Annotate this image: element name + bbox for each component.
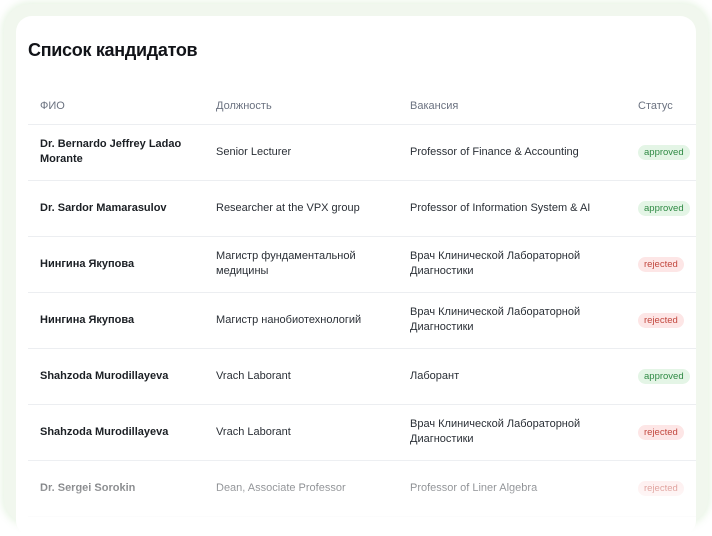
status-badge: approved xyxy=(638,144,690,160)
candidates-card: Список кандидатов ФИО Должность Вакансия… xyxy=(16,16,696,536)
table-row[interactable]: Нингина Якупова Магистр нанобиотехнологи… xyxy=(28,292,696,349)
candidate-vacancy: Professor of Liner Algebra xyxy=(410,481,538,494)
table-row[interactable]: Dr. Bernardo Jeffrey Ladao Morante Senio… xyxy=(28,124,696,181)
column-header-position[interactable]: Должность xyxy=(216,100,272,112)
candidate-position: Магистр нанобиотехнологий xyxy=(216,313,362,326)
status-badge: approved xyxy=(638,368,690,384)
table-row[interactable]: Shahzoda Murodillayeva Vrach Laborant Ла… xyxy=(28,348,696,405)
table-row[interactable]: Нингина Якупова Магистр фундаментальной … xyxy=(28,236,696,293)
screen: Список кандидатов ФИО Должность Вакансия… xyxy=(0,0,712,536)
table-row[interactable]: Dr. Sardor Mamarasulov Researcher at the… xyxy=(28,180,696,237)
candidate-vacancy: Professor of Information System & AI xyxy=(410,201,591,214)
status-badge: rejected xyxy=(638,424,684,440)
status-cell: approved xyxy=(638,348,696,404)
candidate-position: Магистр фундаментальной медицины xyxy=(216,250,356,277)
status-badge: rejected xyxy=(638,312,684,328)
candidate-vacancy: Лаборант xyxy=(410,369,460,382)
candidate-vacancy: Professor of Finance & Accounting xyxy=(410,145,579,158)
candidate-name: Нингина Якупова xyxy=(40,313,135,326)
candidate-name: Shahzoda Murodillayeva xyxy=(40,425,169,438)
candidate-vacancy: Врач Клинической Лабораторной Диагностик… xyxy=(410,418,581,445)
status-cell: rejected xyxy=(638,236,696,292)
status-cell: rejected xyxy=(638,404,696,460)
status-cell: rejected xyxy=(638,460,696,516)
column-header-vacancy[interactable]: Вакансия xyxy=(410,100,458,112)
table-header: ФИО Должность Вакансия Статус xyxy=(28,96,696,125)
candidate-name: Dr. Sardor Mamarasulov xyxy=(40,201,167,214)
page-title: Список кандидатов xyxy=(28,40,198,60)
status-badge: rejected xyxy=(638,480,684,496)
candidate-name: Dr. Bernardo Jeffrey Ladao Morante xyxy=(40,138,182,165)
candidate-name: Нингина Якупова xyxy=(40,257,135,270)
status-badge: rejected xyxy=(638,256,684,272)
table-row[interactable]: Dr. Sergei Sorokin Dean, Associate Profe… xyxy=(28,460,696,517)
status-cell: rejected xyxy=(638,292,696,348)
status-cell: approved xyxy=(638,124,696,180)
candidate-vacancy: Врач Клинической Лабораторной Диагностик… xyxy=(410,250,581,277)
column-header-status[interactable]: Статус xyxy=(638,100,673,112)
candidate-vacancy: Врач Клинической Лабораторной Диагностик… xyxy=(410,306,581,333)
status-cell: approved xyxy=(638,180,696,236)
candidate-name: Dr. Sergei Sorokin xyxy=(40,481,136,494)
candidate-position: Vrach Laborant xyxy=(216,369,291,382)
status-badge: approved xyxy=(638,200,690,216)
column-header-name[interactable]: ФИО xyxy=(40,100,65,112)
candidate-position: Vrach Laborant xyxy=(216,425,291,438)
candidate-name: Shahzoda Murodillayeva xyxy=(40,369,169,382)
candidate-position: Senior Lecturer xyxy=(216,145,292,158)
table-row[interactable]: Shahzoda Murodillayeva Vrach Laborant Вр… xyxy=(28,404,696,461)
candidate-position: Researcher at the VPX group xyxy=(216,201,360,214)
candidate-position: Dean, Associate Professor xyxy=(216,481,346,494)
